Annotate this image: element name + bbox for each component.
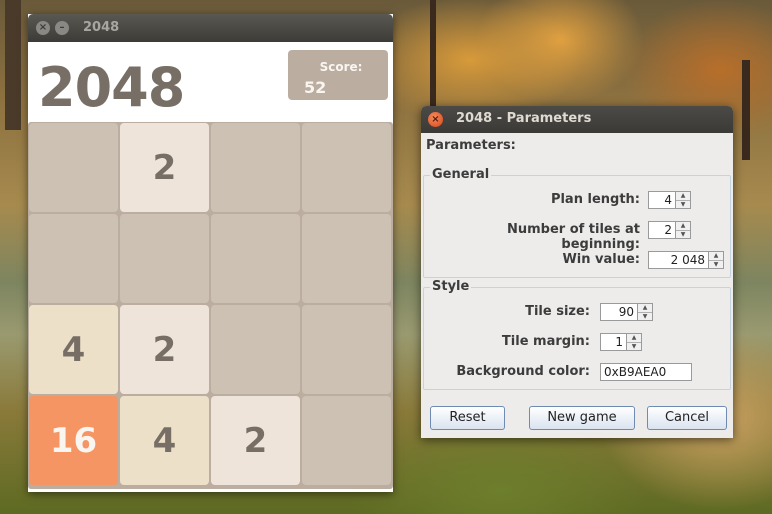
tiles-at-beginning-spinner[interactable]: 2 ▲ ▼ (648, 221, 691, 239)
general-group: General Plan length: 4 ▲ ▼ Number of tile… (423, 167, 731, 278)
score-value: 52 (304, 78, 327, 97)
tile-16: 16 (29, 396, 118, 485)
tile-margin-spinner[interactable]: 1 ▲ ▼ (600, 333, 642, 351)
general-group-title: General (430, 167, 492, 182)
empty-tile (211, 123, 300, 212)
game-titlebar: × – 2048 (28, 14, 393, 42)
tiles-at-beginning-label: Number of tiles at beginning: (506, 222, 640, 252)
empty-tile (302, 305, 391, 394)
spinner-arrows[interactable]: ▲ ▼ (637, 304, 652, 320)
empty-tile (302, 214, 391, 303)
spinner-arrows[interactable]: ▲ ▼ (675, 222, 690, 238)
tiles-at-beginning-value: 2 (664, 223, 672, 237)
plan-length-label: Plan length: (550, 192, 640, 207)
background-color-label: Background color: (456, 364, 590, 379)
tile-size-label: Tile size: (525, 304, 590, 319)
cancel-button[interactable]: Cancel (647, 406, 727, 430)
tile-4: 4 (29, 305, 118, 394)
score-box: Score: 52 (288, 50, 388, 100)
tile-size-spinner[interactable]: 90 ▲ ▼ (600, 303, 653, 321)
tile-margin-label: Tile margin: (501, 334, 590, 349)
plan-length-spinner[interactable]: 4 ▲ ▼ (648, 191, 691, 209)
empty-tile (302, 396, 391, 485)
window-title: 2048 (83, 20, 120, 35)
dialog-title: 2048 - Parameters (456, 111, 592, 126)
background-tree (430, 0, 436, 110)
background-tree (742, 60, 750, 160)
spinner-arrows[interactable]: ▲ ▼ (626, 334, 641, 350)
plan-length-value: 4 (664, 193, 672, 207)
spinner-arrows[interactable]: ▲ ▼ (708, 252, 723, 268)
game-heading: 2048 (38, 56, 185, 119)
game-window: × – 2048 2048 Score: 52 2 4 2 16 4 2 (28, 14, 393, 492)
tile-2: 2 (120, 123, 209, 212)
tile-margin-value: 1 (615, 335, 623, 349)
background-color-field[interactable]: 0xB9AEA0 (600, 363, 692, 381)
dialog-titlebar: × 2048 - Parameters (421, 106, 733, 133)
empty-tile (29, 214, 118, 303)
style-group: Style Tile size: 90 ▲ ▼ Tile margin: 1 ▲ ▼… (423, 279, 731, 390)
minimize-icon[interactable]: – (55, 21, 69, 35)
win-value-spinner[interactable]: 2 048 ▲ ▼ (648, 251, 724, 269)
empty-tile (120, 214, 209, 303)
style-group-title: Style (430, 279, 472, 294)
empty-tile (211, 214, 300, 303)
tile-4: 4 (120, 396, 209, 485)
game-board[interactable]: 2 4 2 16 4 2 (28, 122, 393, 489)
tile-2: 2 (211, 396, 300, 485)
win-value-value: 2 048 (670, 253, 705, 267)
background-tree (5, 0, 21, 130)
game-header: 2048 Score: 52 (28, 42, 393, 122)
win-value-label: Win value: (562, 252, 640, 267)
empty-tile (211, 305, 300, 394)
tile-size-value: 90 (618, 305, 634, 319)
parameters-dialog: × 2048 - Parameters Parameters: General … (421, 106, 733, 438)
reset-button[interactable]: Reset (430, 406, 505, 430)
close-icon[interactable]: × (36, 21, 50, 35)
tile-2: 2 (120, 305, 209, 394)
close-icon[interactable]: × (428, 112, 443, 127)
empty-tile (302, 123, 391, 212)
spinner-arrows[interactable]: ▲ ▼ (675, 192, 690, 208)
empty-tile (29, 123, 118, 212)
score-label: Score: (319, 60, 363, 74)
parameters-label: Parameters: (426, 138, 516, 153)
new-game-button[interactable]: New game (529, 406, 635, 430)
